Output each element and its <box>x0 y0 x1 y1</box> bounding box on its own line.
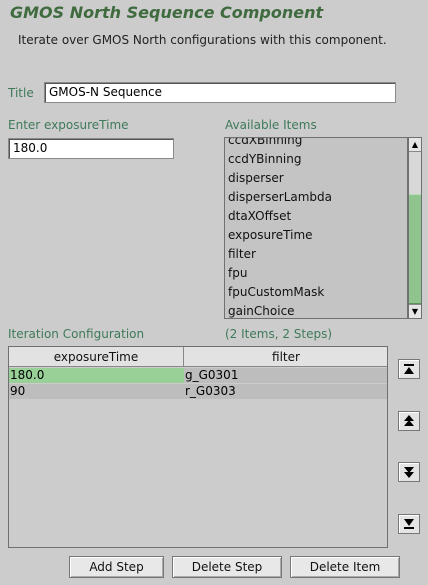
list-item[interactable]: fpu <box>228 264 247 283</box>
column-header-filter[interactable]: filter <box>184 347 387 367</box>
list-item[interactable]: dtaXOffset <box>228 207 291 226</box>
move-down-icon <box>404 467 414 478</box>
available-items-scrollbar[interactable]: ▲ ▼ <box>408 137 422 319</box>
list-item[interactable]: disperser <box>228 169 284 188</box>
title-input[interactable]: GMOS-N Sequence <box>44 82 396 103</box>
list-item[interactable]: ccdXBinning <box>228 138 302 150</box>
component-description: Iterate over GMOS North configurations w… <box>18 33 387 47</box>
move-up-icon <box>404 415 414 426</box>
table-cell[interactable]: r_G0303 <box>184 384 387 399</box>
move-up-button[interactable] <box>398 411 420 431</box>
scroll-thumb[interactable] <box>409 194 421 304</box>
move-top-icon <box>404 364 414 374</box>
delete-item-button[interactable]: Delete Item <box>290 556 400 578</box>
exposure-time-label: Enter exposureTime <box>8 118 129 132</box>
scroll-down-icon[interactable]: ▼ <box>409 304 421 318</box>
scroll-up-icon[interactable]: ▲ <box>409 138 421 152</box>
iteration-count-label: (2 Items, 2 Steps) <box>225 327 333 341</box>
iteration-config-label: Iteration Configuration <box>8 327 145 341</box>
move-to-top-button[interactable] <box>398 359 420 379</box>
exposure-time-input[interactable]: 180.0 <box>8 138 174 159</box>
table-cell[interactable]: 180.0 <box>9 368 184 383</box>
list-item[interactable]: gainChoice <box>228 302 295 318</box>
table-cell[interactable]: 90 <box>9 384 184 399</box>
component-title: GMOS North Sequence Component <box>10 3 324 22</box>
available-items-list[interactable]: ccdXBinning ccdYBinning disperser disper… <box>224 137 408 319</box>
delete-step-button[interactable]: Delete Step <box>172 556 282 578</box>
list-item[interactable]: disperserLambda <box>228 188 332 207</box>
move-to-bottom-button[interactable] <box>398 514 420 534</box>
move-bottom-icon <box>404 519 414 529</box>
table-row[interactable]: 90 r_G0303 <box>9 384 387 399</box>
list-item[interactable]: ccdYBinning <box>228 150 301 169</box>
add-step-button[interactable]: Add Step <box>69 556 164 578</box>
list-item[interactable]: exposureTime <box>228 226 313 245</box>
column-header-exposure-time[interactable]: exposureTime <box>9 347 184 367</box>
list-item[interactable]: fpuCustomMask <box>228 283 324 302</box>
iteration-table[interactable]: exposureTime filter 180.0 g_G0301 90 r_G… <box>8 346 388 548</box>
list-item[interactable]: filter <box>228 245 256 264</box>
available-items-label: Available Items <box>225 118 317 132</box>
move-down-button[interactable] <box>398 462 420 482</box>
table-cell[interactable]: g_G0301 <box>184 368 387 383</box>
table-row[interactable]: 180.0 g_G0301 <box>9 368 387 383</box>
title-label: Title <box>8 86 34 100</box>
